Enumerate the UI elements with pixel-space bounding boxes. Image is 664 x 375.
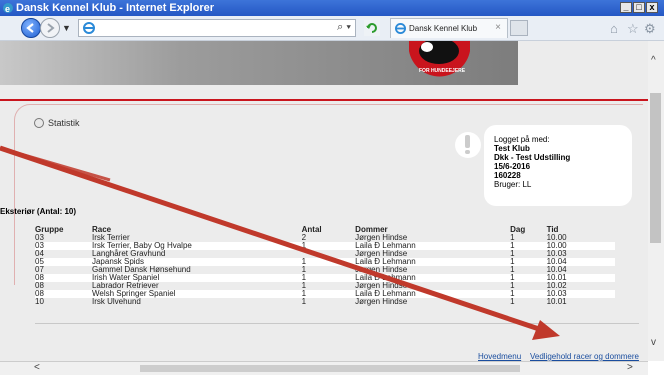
cell-antal bbox=[301, 250, 356, 258]
history-dropdown-icon[interactable]: ▼ bbox=[62, 23, 71, 33]
info-exclamation-icon bbox=[455, 132, 481, 158]
favorites-star-icon[interactable]: ☆ bbox=[627, 21, 639, 37]
header-divider bbox=[0, 99, 648, 101]
window-title: Dansk Kennel Klub - Internet Explorer bbox=[16, 2, 215, 14]
table-divider bbox=[35, 323, 639, 324]
hovedmenu-link[interactable]: Hovedmenu bbox=[478, 352, 521, 361]
show-id: 160228 bbox=[494, 171, 521, 180]
ie-tab-icon bbox=[395, 23, 406, 34]
show-name: Dkk - Test Udstilling bbox=[494, 153, 571, 162]
cell-dag: 1 bbox=[510, 266, 547, 274]
address-controls[interactable]: ⌕ ▾ bbox=[337, 21, 351, 34]
refresh-icon[interactable] bbox=[364, 20, 380, 36]
cell-dag: 1 bbox=[510, 274, 547, 282]
login-label: Logget på med: bbox=[494, 135, 550, 144]
scroll-up-icon[interactable]: ^ bbox=[651, 55, 656, 66]
cell-antal: 1 bbox=[301, 242, 356, 250]
tab-dansk-kennel-klub[interactable]: Dansk Kennel Klub × bbox=[390, 18, 508, 38]
show-date: 15/6-2016 bbox=[494, 162, 531, 171]
back-button[interactable] bbox=[21, 18, 41, 38]
dkk-logo: FOR HUNDEEJERE bbox=[409, 41, 470, 77]
vedligehold-link[interactable]: Vedligehold racer og dommere bbox=[530, 352, 639, 361]
home-icon[interactable]: ⌂ bbox=[610, 21, 618, 36]
cell-tid: 10.01 bbox=[546, 298, 615, 306]
vertical-scrollbar[interactable]: ^ v bbox=[648, 41, 664, 361]
statistik-link[interactable]: Statistik bbox=[48, 118, 80, 128]
ie-logo-icon: e bbox=[3, 3, 13, 14]
close-button[interactable]: x bbox=[646, 2, 658, 13]
tab-title: Dansk Kennel Klub bbox=[409, 24, 478, 33]
cell-antal: 1 bbox=[301, 290, 356, 298]
window-titlebar: e Dansk Kennel Klub - Internet Explorer … bbox=[0, 0, 664, 16]
cell-gruppe: 10 bbox=[35, 298, 92, 306]
maximize-button[interactable]: □ bbox=[633, 2, 645, 13]
tab-close-icon[interactable]: × bbox=[495, 22, 501, 33]
scroll-right-icon[interactable]: > bbox=[627, 362, 633, 373]
cell-antal: 1 bbox=[301, 298, 356, 306]
forward-button[interactable] bbox=[40, 18, 60, 38]
forward-arrow-icon bbox=[47, 23, 55, 33]
cell-dag: 1 bbox=[510, 282, 547, 290]
svg-text:e: e bbox=[5, 4, 10, 14]
col-header-dag: Dag bbox=[510, 225, 526, 234]
cell-dag: 1 bbox=[510, 234, 547, 242]
col-header-antal: Antal bbox=[301, 225, 322, 234]
address-bar[interactable]: ⌕ ▾ bbox=[78, 19, 356, 37]
horizontal-scroll-thumb[interactable] bbox=[140, 365, 520, 372]
svg-text:FOR HUNDEEJERE: FOR HUNDEEJERE bbox=[419, 68, 466, 74]
settings-gear-icon[interactable]: ⚙ bbox=[644, 21, 656, 37]
scroll-left-icon[interactable]: < bbox=[34, 362, 40, 373]
browser-toolbar: ▼ ⌕ ▾ Dansk Kennel Klub × ⌂ ☆ ⚙ bbox=[0, 16, 664, 41]
minimize-button[interactable]: _ bbox=[620, 2, 632, 13]
cell-dag: 1 bbox=[510, 250, 547, 258]
ie-page-icon bbox=[83, 22, 95, 34]
table-row: 10 Irsk Ulvehund 1 Jørgen Hindse 1 10.01 bbox=[35, 298, 615, 306]
user-label: Bruger: LL bbox=[494, 180, 532, 189]
cell-antal: 1 bbox=[301, 258, 356, 266]
cell-dag: 1 bbox=[510, 258, 547, 266]
page-content: FOR HUNDEEJERE Statistik Logget på med: … bbox=[0, 41, 648, 361]
cell-race: Irsk Ulvehund bbox=[91, 298, 302, 306]
new-tab-button[interactable] bbox=[510, 20, 528, 36]
scroll-down-icon[interactable]: v bbox=[651, 337, 656, 348]
schedule-table: Gruppe Race Antal Dommer Dag Tid 03 Irsk… bbox=[35, 225, 615, 306]
vertical-scroll-thumb[interactable] bbox=[650, 93, 661, 243]
cell-antal: 1 bbox=[301, 274, 356, 282]
back-arrow-icon bbox=[26, 23, 34, 33]
cell-antal: 1 bbox=[301, 282, 356, 290]
cell-dag: 1 bbox=[510, 298, 547, 306]
cell-dommer: Jørgen Hindse bbox=[355, 298, 511, 306]
cell-dag: 1 bbox=[510, 242, 547, 250]
cell-antal: 1 bbox=[301, 266, 356, 274]
login-info-box: Logget på med: Test Klub Dkk - Test Udst… bbox=[484, 125, 632, 206]
cell-dag: 1 bbox=[510, 290, 547, 298]
club-name: Test Klub bbox=[494, 144, 530, 153]
cell-antal: 2 bbox=[301, 234, 356, 242]
statistics-icon[interactable] bbox=[34, 118, 44, 128]
horizontal-scrollbar[interactable]: < > bbox=[0, 361, 648, 375]
section-title: Eksteriør (Antal: 10) bbox=[0, 207, 77, 216]
